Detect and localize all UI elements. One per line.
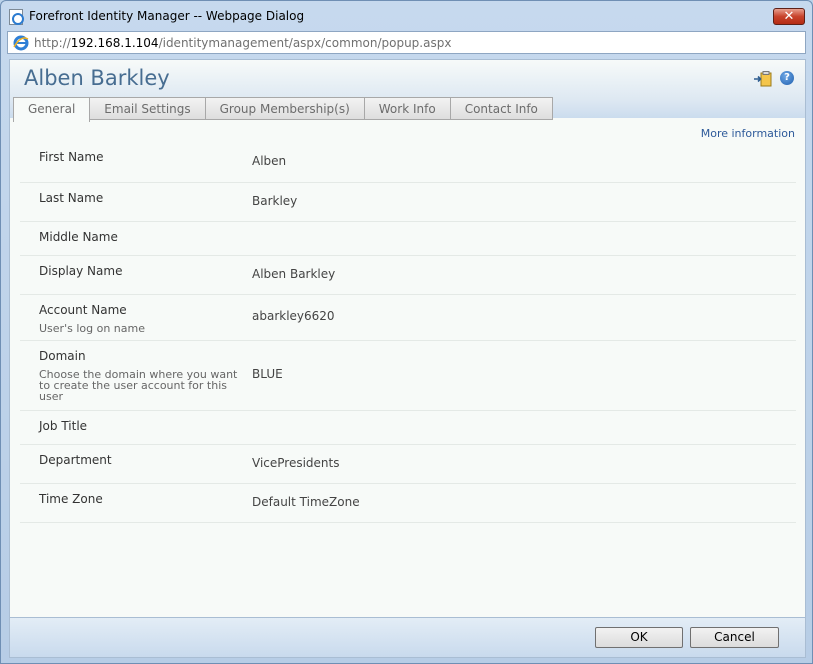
tab-group-memberships[interactable]: Group Membership(s) (205, 97, 365, 120)
field-label: Last Name (39, 191, 104, 205)
page-content: Alben Barkley ? General Email Settings G… (9, 59, 806, 658)
field-row-account-name: Account Name User's log on name abarkley… (20, 295, 796, 341)
field-value: VicePresidents (252, 456, 340, 470)
field-value: abarkley6620 (252, 309, 335, 323)
more-information-link[interactable]: More information (701, 127, 795, 140)
field-label: Display Name (39, 264, 123, 278)
page-icon (9, 9, 24, 25)
tab-contact-info[interactable]: Contact Info (450, 97, 553, 120)
title-bar: Forefront Identity Manager -- Webpage Di… (1, 1, 812, 31)
field-label: First Name (39, 150, 104, 164)
field-row-time-zone: Time Zone Default TimeZone (20, 484, 796, 523)
general-form: First Name Alben Last Name Barkley Middl… (20, 142, 796, 523)
url-text: http://192.168.1.104/identitymanagement/… (34, 36, 451, 50)
field-value: BLUE (252, 367, 283, 381)
field-row-middle-name: Middle Name (20, 222, 796, 256)
field-label: Department (39, 453, 112, 467)
window-title: Forefront Identity Manager -- Webpage Di… (29, 9, 305, 23)
export-clipboard-icon[interactable] (754, 71, 772, 87)
dialog-footer: OK Cancel (10, 617, 805, 657)
cancel-button[interactable]: Cancel (690, 627, 779, 648)
help-icon[interactable]: ? (780, 71, 794, 85)
tab-work-info[interactable]: Work Info (364, 97, 451, 120)
page-title: Alben Barkley (24, 66, 170, 90)
field-value: Alben (252, 154, 287, 168)
url-scheme: http:// (34, 36, 71, 50)
tab-email-settings[interactable]: Email Settings (90, 97, 206, 120)
field-value: Default TimeZone (252, 495, 360, 509)
field-label: Account Name (39, 303, 127, 317)
field-hint: User's log on name (39, 322, 145, 335)
close-button[interactable]: ✕ (773, 8, 805, 25)
tab-general[interactable]: General (13, 97, 91, 122)
field-value: Alben Barkley (252, 267, 336, 281)
field-row-job-title: Job Title (20, 411, 796, 445)
dialog-window: Forefront Identity Manager -- Webpage Di… (0, 0, 813, 664)
field-label: Job Title (39, 419, 88, 433)
field-hint: Choose the domain where you want to crea… (39, 368, 238, 403)
field-row-first-name: First Name Alben (20, 142, 796, 183)
internet-explorer-icon (13, 35, 29, 51)
ok-button[interactable]: OK (595, 627, 683, 648)
field-value: Barkley (252, 194, 298, 208)
field-label: Time Zone (39, 492, 103, 506)
field-label: Domain (39, 349, 86, 363)
address-bar: http://192.168.1.104/identitymanagement/… (7, 31, 806, 54)
field-row-last-name: Last Name Barkley (20, 183, 796, 222)
page-header: Alben Barkley ? General Email Settings G… (10, 60, 805, 122)
url-path: /identitymanagement/aspx/common/popup.as… (158, 36, 452, 50)
field-label: Middle Name (39, 230, 118, 244)
field-row-domain: Domain Choose the domain where you want … (20, 341, 796, 411)
field-row-display-name: Display Name Alben Barkley (20, 256, 796, 295)
field-row-department: Department VicePresidents (20, 445, 796, 484)
tab-strip: General Email Settings Group Membership(… (13, 97, 553, 122)
url-host: 192.168.1.104 (70, 36, 159, 50)
